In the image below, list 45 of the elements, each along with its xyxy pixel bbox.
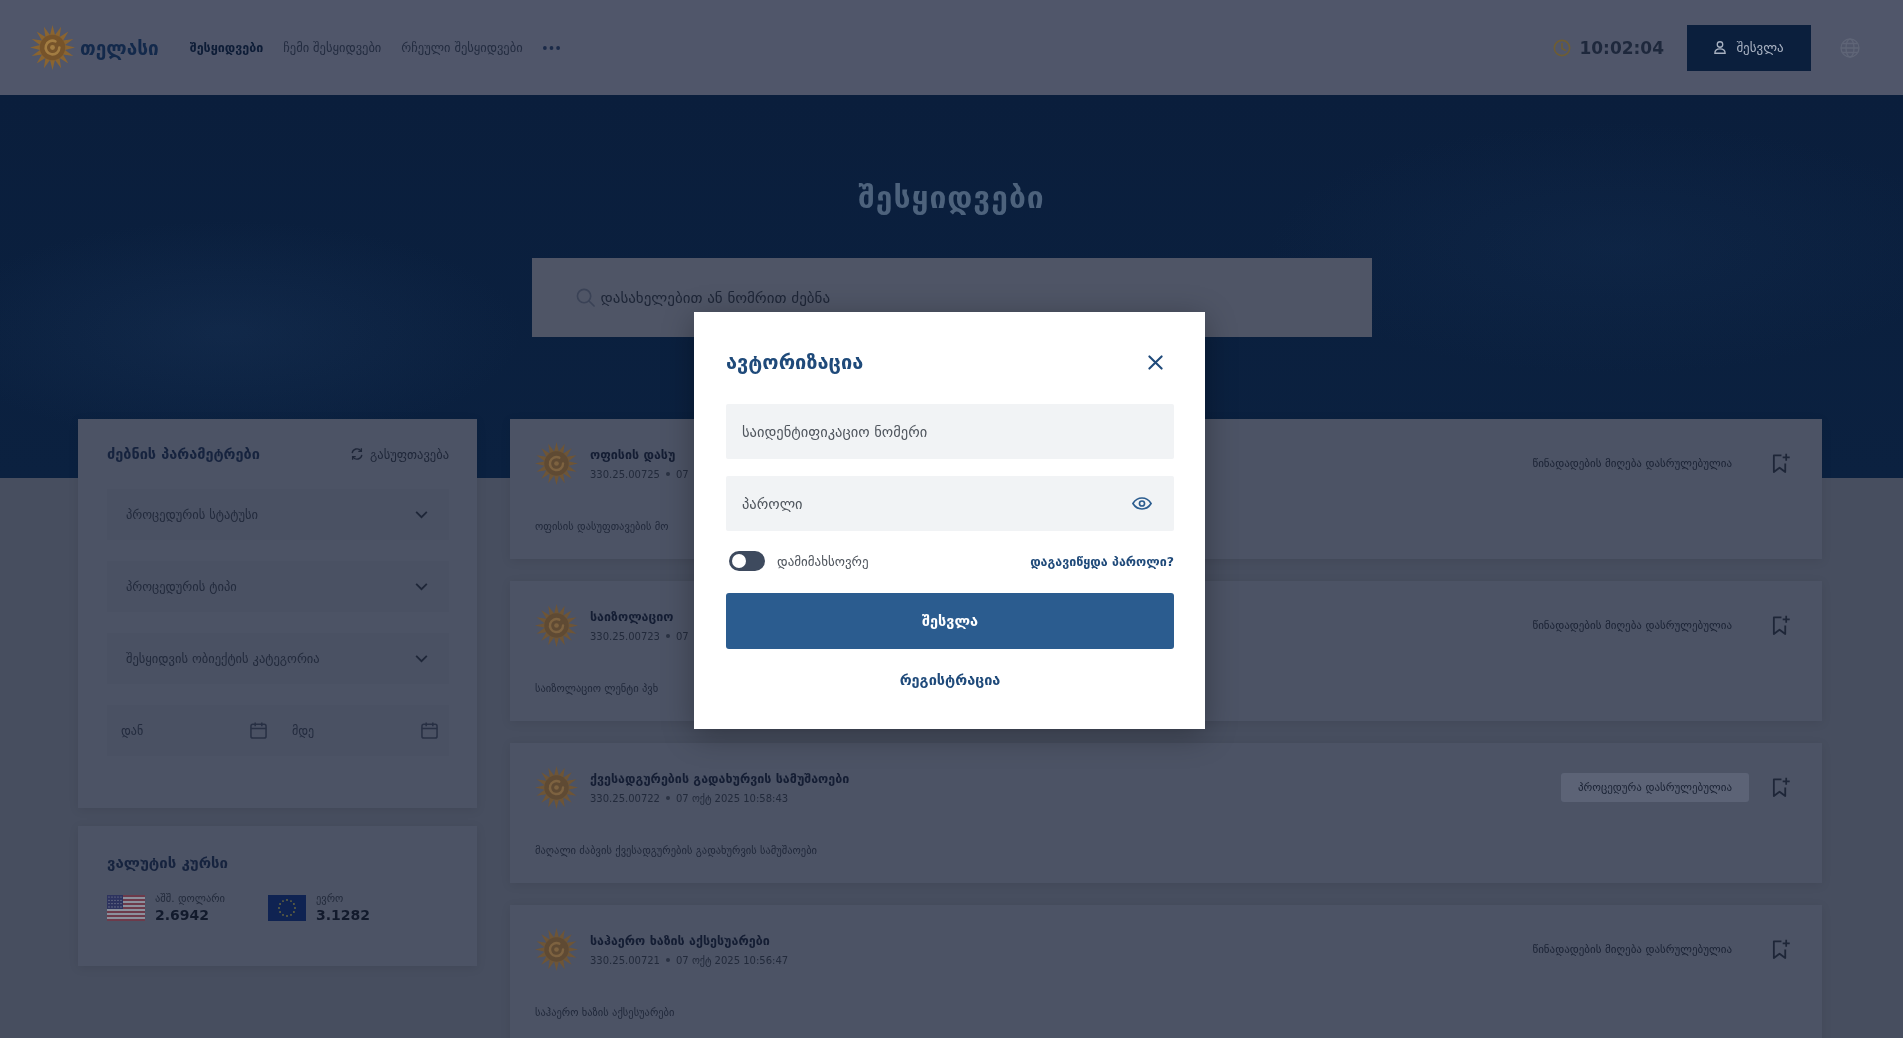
clock-icon [1553, 38, 1572, 57]
chevron-down-icon [415, 510, 428, 519]
more-icon[interactable] [542, 45, 560, 50]
page-title: შესყიდვები [858, 179, 1045, 217]
separator-dot-icon [666, 958, 670, 962]
logo-text: თელასი [80, 36, 159, 59]
toggle-switch[interactable] [729, 551, 765, 571]
id-number-field[interactable]: საიდენტიფიკაციო ნომერი [726, 404, 1174, 459]
status-label: პროცედურა დასრულებულია [1561, 772, 1749, 802]
chevron-down-icon [415, 582, 428, 591]
currency-rate: 3.1282 [316, 907, 371, 923]
bookmark-add-icon[interactable] [1771, 938, 1790, 960]
toggle-label: დამიმახსოვრე [777, 553, 869, 569]
sun-icon [535, 765, 578, 809]
password-field[interactable]: პაროლი [726, 476, 1174, 531]
submit-button[interactable]: შესვლა [726, 593, 1174, 649]
bookmark-add-icon[interactable] [1771, 776, 1790, 798]
tender-title[interactable]: საიზოლაციო [590, 608, 674, 624]
nav-link[interactable]: შესყიდვები [189, 36, 264, 59]
currency-rate: 2.6942 [155, 907, 210, 923]
sun-icon [535, 927, 578, 971]
calendar-icon [421, 722, 438, 739]
login-button[interactable]: შესვლა [1687, 24, 1811, 71]
refresh-icon [350, 447, 365, 461]
eye-icon[interactable] [1132, 497, 1152, 510]
sun-icon [535, 603, 578, 647]
close-icon[interactable] [1148, 354, 1163, 370]
sun-icon [30, 25, 75, 70]
chevron-down-icon [415, 654, 428, 663]
user-icon [1714, 41, 1727, 54]
bookmark-add-icon[interactable] [1771, 452, 1790, 474]
sun-icon [535, 441, 578, 485]
bookmark-add-icon[interactable] [1771, 614, 1790, 636]
calendar-icon [250, 722, 267, 739]
tender-title[interactable]: ქვესადგურების გადახურვის სამუშაოები [590, 770, 850, 786]
forgot-password-link[interactable]: დაგავიწყდა პაროლი? [1030, 553, 1174, 569]
us-flag-icon [107, 894, 145, 921]
separator-dot-icon [666, 472, 670, 476]
tender-title[interactable]: საჰაერო ხაზის აქსესუარები [590, 932, 770, 948]
separator-dot-icon [666, 634, 670, 638]
tender-title[interactable]: ოფისის დასუ [590, 446, 676, 462]
register-link[interactable]: რეგისტრაცია [899, 670, 1001, 690]
dialog-title: ავტორიზაცია [726, 350, 864, 374]
separator-dot-icon [666, 796, 670, 800]
eu-flag-icon [268, 894, 306, 921]
